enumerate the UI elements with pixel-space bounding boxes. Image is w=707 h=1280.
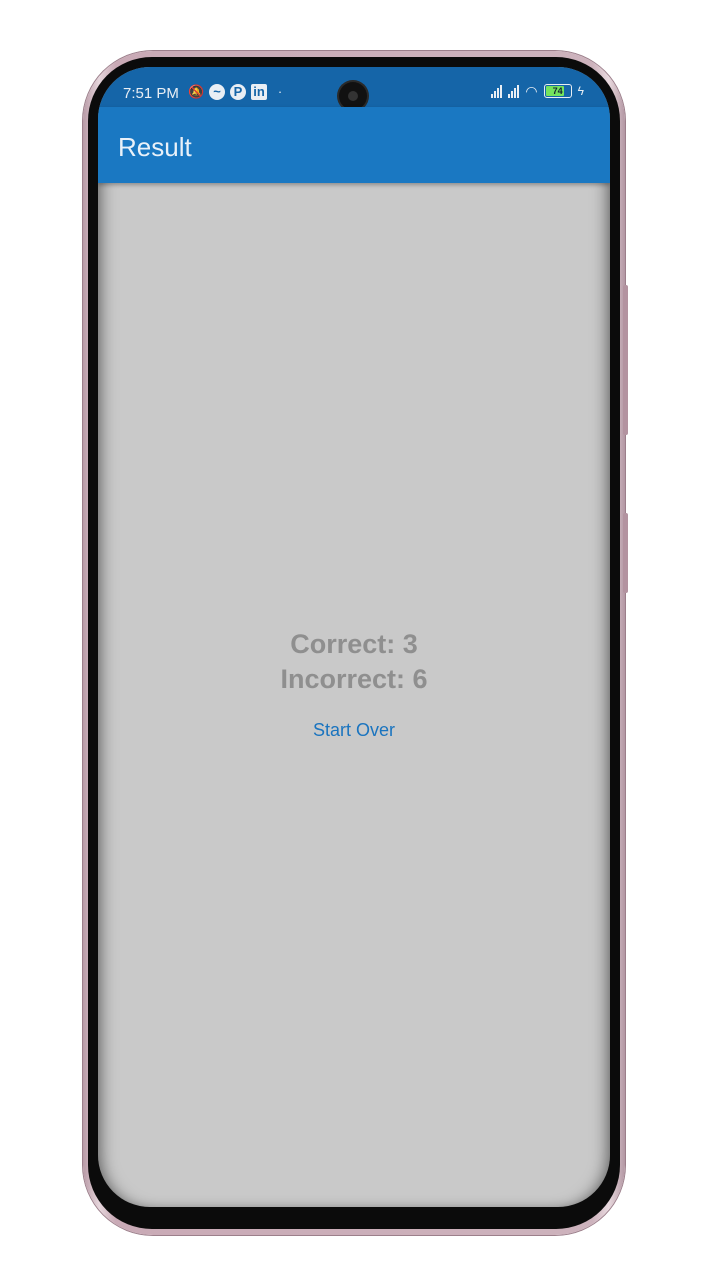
result-content: Correct: 3 Incorrect: 6 Start Over [98, 183, 610, 1207]
app-bar: Result [98, 107, 610, 183]
status-time: 7:51 PM [123, 85, 179, 102]
messenger-icon: ~ [209, 84, 225, 100]
page-title: Result [118, 132, 192, 162]
mute-icon: 🔕 [188, 84, 205, 99]
app-icon: P [230, 84, 246, 100]
battery-level: 74 [552, 86, 563, 96]
linkedin-icon: in [251, 84, 267, 100]
status-bar: 7:51 PM 🔕 ~ P in · ◠ 74 ϟ [98, 67, 610, 110]
wifi-icon: ◠ [525, 83, 538, 99]
incorrect-count: Incorrect: 6 [280, 664, 428, 694]
notification-icons: 🔕 ~ P in · [188, 84, 288, 100]
start-over-button[interactable]: Start Over [298, 715, 410, 745]
screen: 7:51 PM 🔕 ~ P in · ◠ 74 ϟ Result Correct… [98, 67, 610, 1207]
charging-icon: ϟ [577, 84, 584, 98]
signal-icon [508, 84, 520, 98]
signal-icon [491, 84, 503, 98]
front-camera [339, 82, 367, 110]
correct-count: Correct: 3 [290, 629, 418, 659]
dot-icon: · [277, 84, 283, 99]
battery-icon: 74 [543, 84, 572, 98]
system-icons: ◠ 74 ϟ [491, 84, 584, 98]
power-button [623, 513, 628, 593]
volume-button [623, 285, 628, 435]
